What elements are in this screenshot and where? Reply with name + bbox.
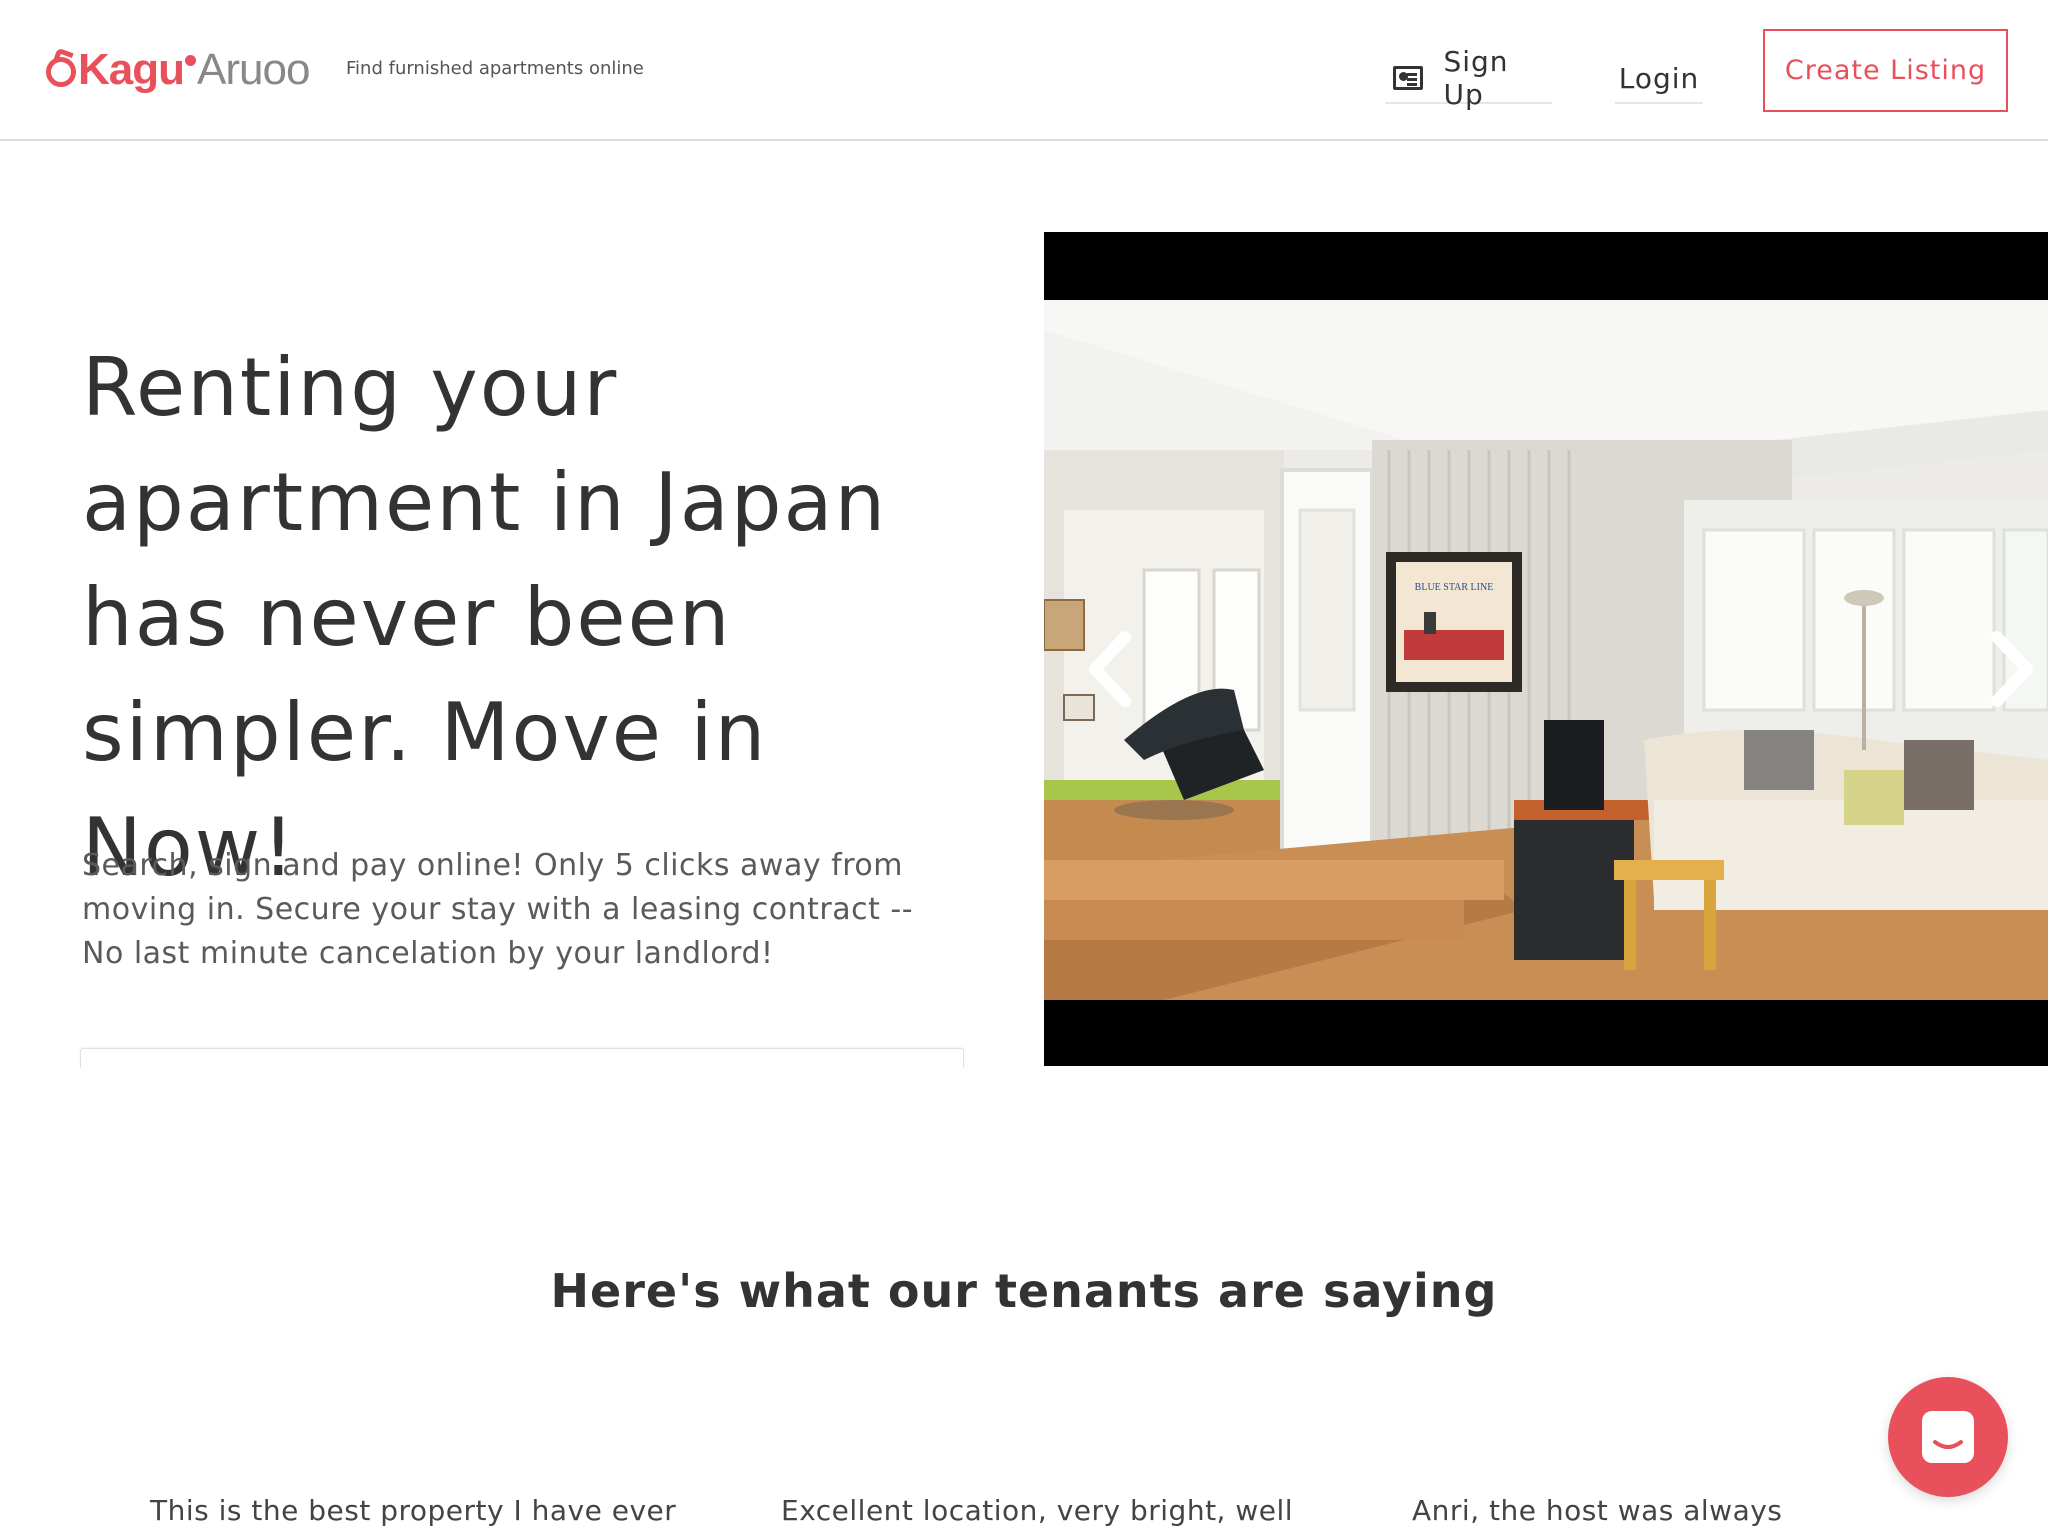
chat-launcher-button[interactable] [1888, 1377, 2008, 1497]
hero-subtext: Search, sign and pay online! Only 5 clic… [82, 848, 914, 971]
testimonial-text: This is the best property I have ever [150, 1494, 677, 1527]
login-label: Login [1618, 61, 1700, 95]
sign-up-label: Sign Up [1443, 45, 1509, 111]
carousel-next-button[interactable] [1982, 624, 2042, 714]
carousel-prev-button[interactable] [1080, 624, 1140, 714]
testimonials-title: Here's what our tenants are saying [550, 1264, 1498, 1318]
apple-logo-icon [46, 57, 76, 87]
tagline: Find furnished apartments online [346, 58, 644, 79]
logo[interactable]: Kagu Aruoo [46, 42, 310, 98]
testimonial-text: Anri, the host was always [1412, 1494, 1783, 1527]
logo-dot [185, 54, 196, 66]
painting-caption: BLUE STAR LINE [1415, 582, 1494, 593]
chevron-left-icon [1089, 631, 1131, 707]
site-header: Kagu Aruoo Find furnished apartments onl… [0, 0, 2048, 141]
sign-up-link[interactable]: Sign Up [1385, 45, 1552, 111]
image-carousel[interactable]: BLUE STAR LINE [1044, 232, 2048, 1066]
testimonial-text: Excellent location, very bright, well [781, 1494, 1294, 1527]
logo-text-kagu: Kagu [78, 45, 185, 94]
hero-headline: Renting your apartment in Japan has neve… [82, 341, 888, 894]
search-panel[interactable] [80, 1048, 964, 1068]
logo-text-aruoo: Aruoo [197, 45, 310, 94]
create-listing-button[interactable]: Create Listing [1763, 29, 2008, 112]
login-link[interactable]: Login [1615, 54, 1703, 104]
chat-bubble-icon [1922, 1411, 1974, 1463]
apartment-photo: BLUE STAR LINE [1044, 300, 2048, 1000]
chevron-right-icon [1991, 631, 2033, 707]
id-card-icon [1393, 66, 1424, 90]
